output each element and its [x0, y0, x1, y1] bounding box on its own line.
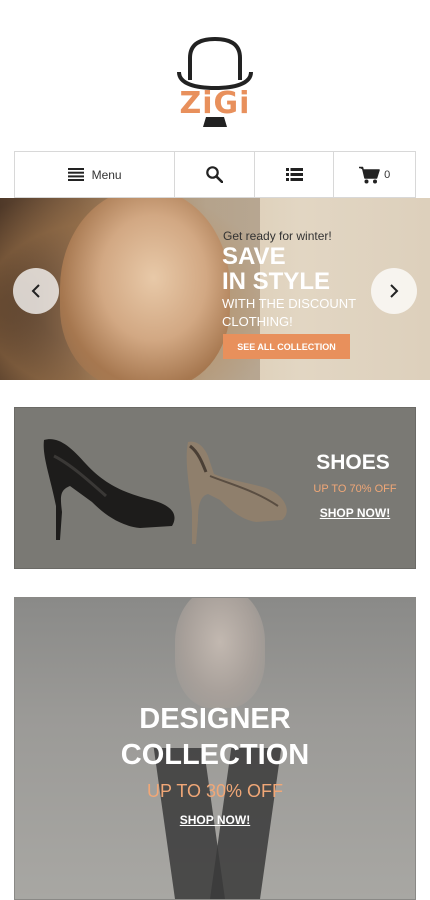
designer-subtitle: UP TO 30% OFF [146, 781, 284, 801]
search-icon [206, 166, 223, 183]
logo-text: ZiGi [179, 86, 251, 121]
designer-shop-now-link[interactable]: SHOP NOW! [15, 813, 415, 827]
hamburger-icon [67, 168, 84, 181]
list-button[interactable] [255, 152, 335, 197]
menu-label: Menu [91, 167, 122, 182]
slider-prev-button[interactable] [13, 268, 59, 314]
slide-subtitle-line1: WITH THE DISCOUNT [222, 296, 357, 311]
see-all-collection-button[interactable]: SEE ALL COLLECTION [223, 334, 350, 359]
designer-title-line2: COLLECTION [120, 739, 310, 771]
model-image [175, 598, 265, 708]
slide-kicker: Get ready for winter! [223, 229, 332, 243]
site-logo[interactable]: ZiGi [0, 0, 430, 150]
shoes-image [43, 439, 287, 544]
cart-count: 0 [384, 168, 391, 181]
search-button[interactable] [175, 152, 255, 197]
shoes-title: SHOES [316, 451, 390, 474]
shoes-banner[interactable]: SHOES UP TO 70% OFF SHOP NOW! [14, 407, 416, 569]
slide-subtitle-line2: CLOTHING! [222, 314, 293, 329]
designer-title: DESIGNER COLLECTION [15, 701, 415, 773]
slide-title-line1: SAVE [222, 243, 286, 270]
menu-button[interactable]: Menu [15, 152, 176, 197]
chevron-right-icon [390, 284, 399, 298]
designer-title-line1: DESIGNER [139, 703, 291, 735]
nav-bar: Menu 0 [14, 151, 416, 198]
shoes-subtitle: UP TO 70% OFF [313, 483, 397, 495]
hero-image [60, 198, 230, 380]
shoes-shop-now-link[interactable]: SHOP NOW! [315, 506, 395, 520]
cart-icon [359, 166, 380, 183]
designer-banner[interactable]: DESIGNER COLLECTION UP TO 30% OFF SHOP N… [14, 597, 416, 900]
cart-button[interactable]: 0 [334, 152, 415, 197]
page: ZiGi Menu 0 Get ready for winter! SAVE I… [0, 0, 430, 900]
chevron-left-icon [31, 284, 40, 298]
list-icon [285, 168, 303, 181]
slider-next-button[interactable] [371, 268, 417, 314]
slide-subtitle: WITH THE DISCOUNT CLOTHING! [222, 295, 372, 331]
